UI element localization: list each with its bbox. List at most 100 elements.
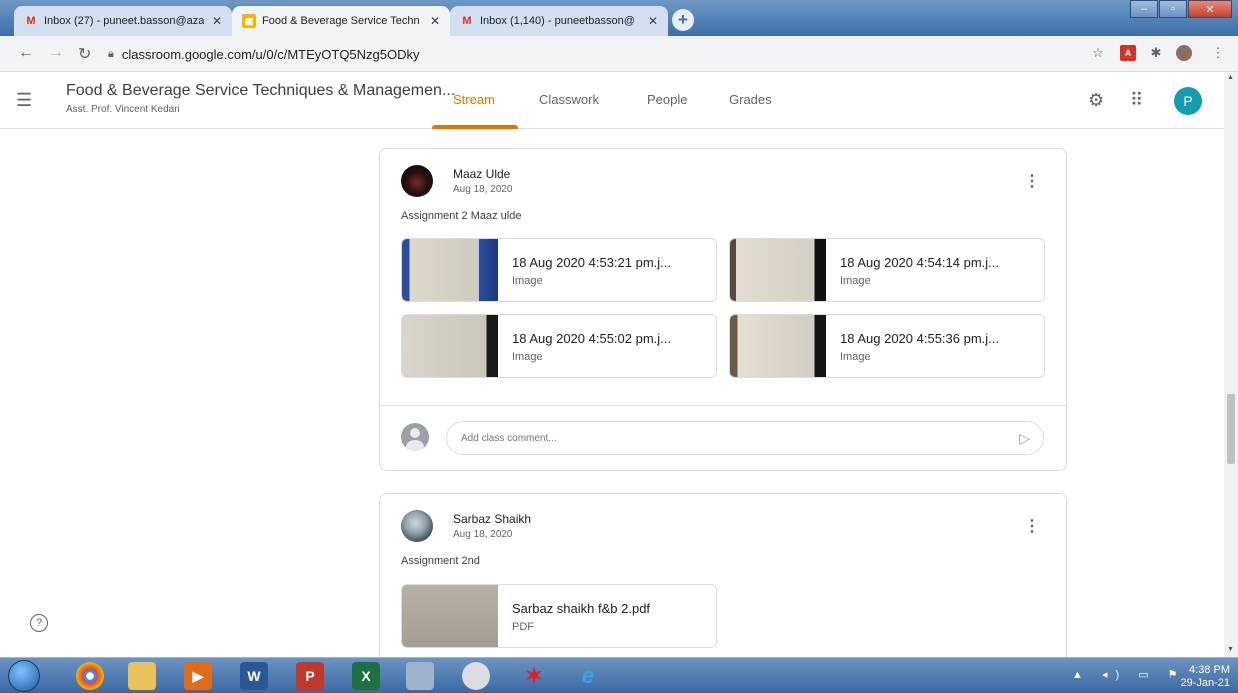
close-tab-icon[interactable]: ✕ — [430, 14, 440, 28]
url-text: classroom.google.com/u/0/c/MTEyOTQ5Nzg5O… — [121, 46, 420, 62]
attachment-card[interactable]: 18 Aug 2020 4:54:14 pm.j... Image — [729, 238, 1045, 302]
attachment-card[interactable]: 18 Aug 2020 4:55:36 pm.j... Image — [729, 314, 1045, 378]
post-text: Assignment 2 Maaz ulde — [401, 210, 522, 222]
browser-menu-icon[interactable]: ⋮ — [1210, 45, 1226, 61]
classroom-header: ☰ Food & Beverage Service Techniques & M… — [0, 72, 1228, 129]
post-date: Aug 18, 2020 — [453, 529, 513, 540]
excel-icon[interactable]: X — [352, 662, 380, 690]
tab-title: Food & Beverage Service Techn — [262, 15, 420, 27]
stream-post: Maaz Ulde Aug 18, 2020 ⋮ Assignment 2 Ma… — [379, 148, 1067, 471]
word-icon[interactable]: W — [240, 662, 268, 690]
gmail-icon: M — [462, 15, 472, 27]
author-avatar — [401, 165, 433, 197]
browser-tab-inbox-1[interactable]: M Inbox (27) - puneet.basson@aza ✕ — [14, 6, 232, 36]
course-title[interactable]: Food & Beverage Service Techniques & Man… — [66, 82, 455, 100]
settings-gear-icon[interactable]: ⚙ — [1088, 90, 1104, 111]
minimize-button[interactable]: – — [1130, 0, 1158, 18]
post-text: Assignment 2nd — [401, 555, 480, 567]
attachment-thumbnail — [402, 585, 498, 647]
tab-classwork[interactable]: Classwork — [539, 92, 599, 107]
back-arrow-icon[interactable]: ← — [18, 44, 34, 62]
window-close-button[interactable]: ✕ — [1188, 0, 1232, 18]
hamburger-menu-icon[interactable]: ☰ — [16, 90, 32, 111]
clock-time: 4:38 PM — [1189, 664, 1230, 676]
attachment-thumbnail — [402, 315, 498, 377]
browser-tab-inbox-2[interactable]: M Inbox (1,140) - puneetbasson@ ✕ — [450, 6, 668, 36]
attachment-card[interactable]: Sarbaz shaikh f&b 2.pdf PDF — [401, 584, 717, 648]
send-comment-icon[interactable]: ▷ — [1019, 430, 1030, 447]
attachment-thumbnail — [402, 239, 498, 301]
url-field[interactable]: 🔒︎ classroom.google.com/u/0/c/MTEyOTQ5Nz… — [108, 41, 1158, 67]
more-options-icon[interactable]: ⋮ — [1024, 516, 1040, 536]
calculator-icon[interactable] — [406, 662, 434, 690]
attachment-type: Image — [840, 351, 871, 363]
system-clock[interactable]: 4:38 PM 29-Jan-21 — [1180, 664, 1230, 690]
address-bar: ← → ↻ 🔒︎ classroom.google.com/u/0/c/MTEy… — [0, 36, 1238, 72]
maximize-button[interactable]: ▫ — [1159, 0, 1187, 18]
scroll-up-arrow-icon[interactable]: ▲ — [1227, 74, 1234, 81]
star-icon[interactable]: ☆ — [1090, 45, 1106, 61]
tab-stream[interactable]: Stream — [453, 92, 495, 107]
post-author: Maaz Ulde — [453, 167, 511, 181]
classroom-icon: ▣ — [242, 14, 256, 28]
system-tray-icons[interactable]: ▲ ◂) ▭ ⚑ — [1072, 668, 1186, 681]
powerpoint-icon[interactable]: P — [296, 662, 324, 690]
attachment-card[interactable]: 18 Aug 2020 4:53:21 pm.j... Image — [401, 238, 717, 302]
attachment-card[interactable]: 18 Aug 2020 4:55:02 pm.j... Image — [401, 314, 717, 378]
red-star-app-icon[interactable]: ✶ — [520, 662, 548, 690]
scroll-thumb[interactable] — [1227, 394, 1235, 464]
apps-grid-icon[interactable]: ⠿ — [1130, 90, 1143, 111]
commenter-avatar — [401, 423, 429, 451]
gmail-icon: M — [26, 15, 36, 27]
scroll-down-arrow-icon[interactable]: ▼ — [1227, 646, 1234, 653]
stream-content: Maaz Ulde Aug 18, 2020 ⋮ Assignment 2 Ma… — [0, 130, 1224, 657]
attachment-thumbnail — [730, 315, 826, 377]
media-player-icon[interactable]: ▶ — [184, 662, 212, 690]
attachment-name: 18 Aug 2020 4:54:14 pm.j... — [840, 255, 1000, 270]
lock-icon: 🔒︎ — [108, 47, 114, 60]
extensions-puzzle-icon[interactable]: ✱ — [1148, 45, 1164, 61]
attachment-type: Image — [840, 275, 871, 287]
forward-arrow-icon[interactable]: → — [48, 44, 64, 62]
attachment-thumbnail — [730, 239, 826, 301]
chrome-taskbar-icon[interactable] — [76, 662, 104, 690]
tab-title: Inbox (27) - puneet.basson@aza — [44, 15, 204, 27]
course-subtitle: Asst. Prof. Vincent Kedari — [66, 104, 180, 115]
post-author: Sarbaz Shaikh — [453, 512, 532, 526]
author-avatar — [401, 510, 433, 542]
attachment-type: Image — [512, 275, 543, 287]
close-tab-icon[interactable]: ✕ — [212, 14, 222, 28]
new-tab-button[interactable]: + — [672, 9, 694, 31]
profile-avatar-icon[interactable] — [1176, 45, 1192, 61]
tab-grades[interactable]: Grades — [729, 92, 772, 107]
more-options-icon[interactable]: ⋮ — [1024, 171, 1040, 191]
tab-title: Inbox (1,140) - puneetbasson@ — [480, 15, 635, 27]
window-controls: – ▫ ✕ — [1129, 0, 1232, 18]
browser-tab-strip: M Inbox (27) - puneet.basson@aza ✕ ▣ Foo… — [0, 0, 1238, 36]
attachment-type: PDF — [512, 621, 534, 633]
page-scrollbar[interactable]: ▲ ▼ — [1224, 72, 1238, 657]
stream-post: Sarbaz Shaikh Aug 18, 2020 ⋮ Assignment … — [379, 493, 1067, 657]
pdf-extension-icon[interactable]: A — [1120, 45, 1136, 61]
browser-tab-classroom[interactable]: ▣ Food & Beverage Service Techn ✕ — [232, 6, 450, 36]
windows-taskbar: ▶ W P X ✶ e ▲ ◂) ▭ ⚑ 4:38 PM 29-Jan-21 — [0, 657, 1238, 693]
eraser-app-icon[interactable] — [462, 662, 490, 690]
close-tab-icon[interactable]: ✕ — [648, 14, 658, 28]
attachment-name: 18 Aug 2020 4:53:21 pm.j... — [512, 255, 672, 270]
divider — [380, 405, 1066, 406]
tab-people[interactable]: People — [647, 92, 687, 107]
class-comment-input[interactable] — [446, 421, 1044, 455]
attachment-name: Sarbaz shaikh f&b 2.pdf — [512, 601, 651, 616]
active-tab-indicator — [432, 125, 518, 129]
attachment-name: 18 Aug 2020 4:55:36 pm.j... — [840, 331, 1000, 346]
start-button[interactable] — [8, 660, 40, 692]
attachment-type: Image — [512, 351, 543, 363]
account-avatar[interactable]: P — [1174, 87, 1202, 115]
post-date: Aug 18, 2020 — [453, 184, 513, 195]
clock-date: 29-Jan-21 — [1180, 677, 1230, 689]
help-icon[interactable]: ? — [30, 614, 48, 632]
attachment-name: 18 Aug 2020 4:55:02 pm.j... — [512, 331, 672, 346]
file-explorer-icon[interactable] — [128, 662, 156, 690]
internet-explorer-icon[interactable]: e — [574, 662, 602, 690]
reload-icon[interactable]: ↻ — [78, 44, 91, 64]
